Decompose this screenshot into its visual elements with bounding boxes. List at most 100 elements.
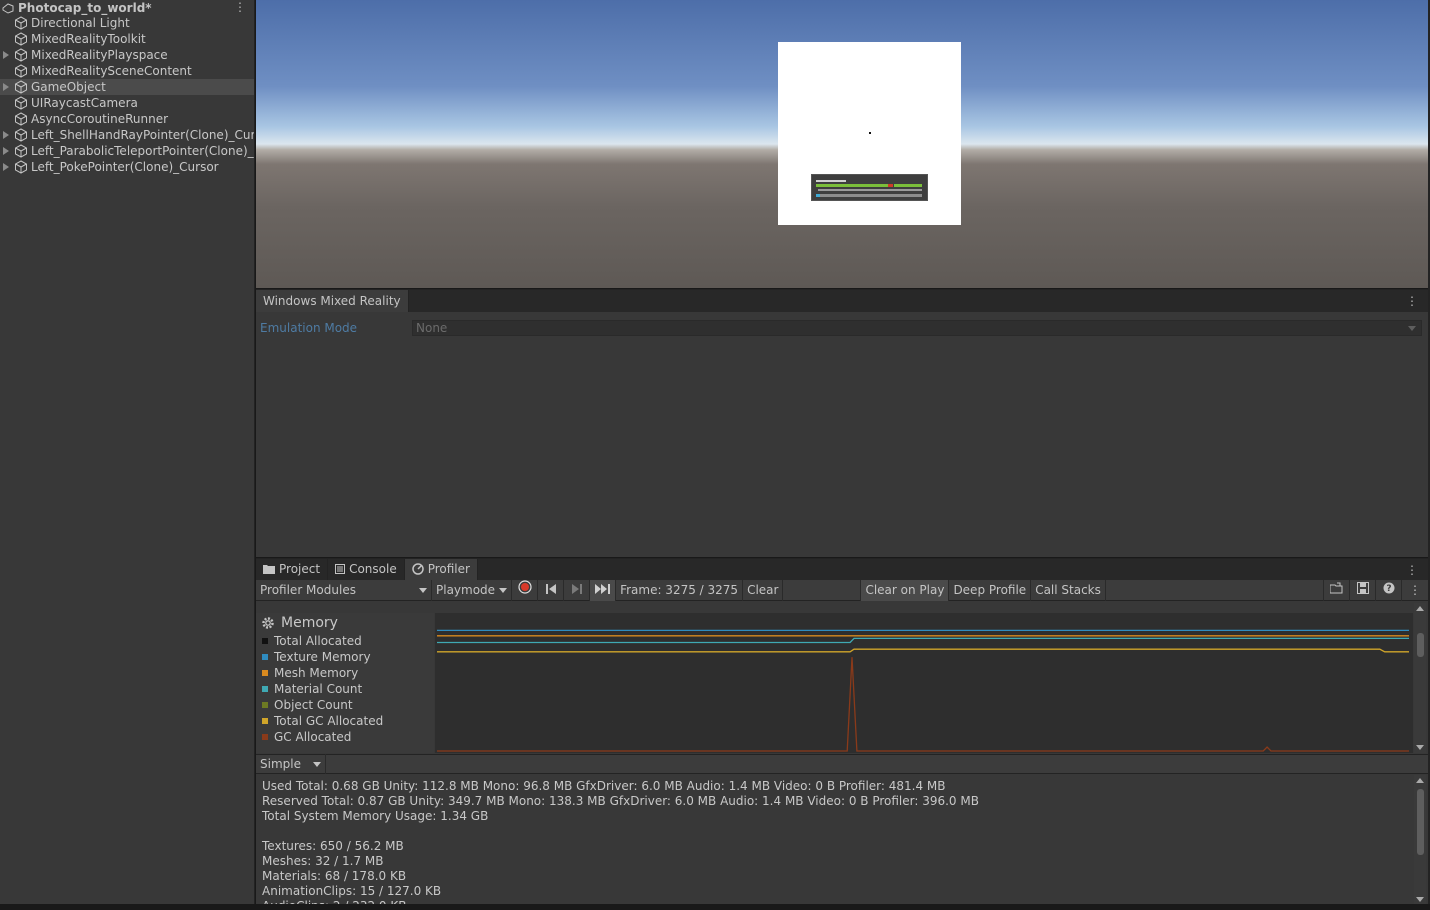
memory-chart[interactable]	[435, 613, 1413, 753]
deep-profile-toggle[interactable]: Deep Profile	[949, 579, 1032, 601]
clear-button[interactable]: Clear	[743, 579, 784, 601]
memory-detail-line: Textures: 650 / 56.2 MB	[262, 839, 404, 853]
wmr-tabstrip: Windows Mixed Reality ⋮	[256, 290, 1428, 312]
clear-label: Clear	[747, 582, 779, 597]
memory-module-title[interactable]: Memory	[256, 613, 434, 633]
hierarchy-item[interactable]: MixedRealitySceneContent	[0, 63, 254, 79]
hierarchy-item[interactable]: Left_ParabolicTeleportPointer(Clone)_Cur…	[0, 143, 254, 159]
legend-item[interactable]: Material Count	[256, 681, 434, 697]
hierarchy-item[interactable]: Left_PokePointer(Clone)_Cursor	[0, 159, 254, 175]
legend-item[interactable]: Total Allocated	[256, 633, 434, 649]
chevron-down-icon	[1408, 326, 1416, 331]
expand-arrow-icon[interactable]	[3, 163, 9, 171]
memory-detail-line: Used Total: 0.68 GB Unity: 112.8 MB Mono…	[262, 779, 946, 793]
more-options-icon: ⋮	[1409, 582, 1421, 597]
frame-label: Frame: 3275 / 3275	[620, 582, 739, 597]
legend-label: Material Count	[274, 682, 363, 696]
gameobject-cube-icon	[14, 128, 28, 142]
chevron-down-icon	[499, 587, 508, 593]
clear-on-play-label: Clear on Play	[865, 582, 945, 597]
tab-windows-mixed-reality[interactable]: Windows Mixed Reality	[256, 290, 409, 312]
scroll-down-icon[interactable]	[1416, 897, 1424, 902]
hierarchy-item[interactable]: MixedRealityToolkit	[0, 31, 254, 47]
tab-profiler[interactable]: Profiler	[404, 559, 478, 580]
hierarchy-item-label: Left_PokePointer(Clone)_Cursor	[31, 160, 219, 174]
legend-item[interactable]: Object Count	[256, 697, 434, 713]
more-options-icon[interactable]: ⋮	[1406, 294, 1418, 308]
game-view[interactable]	[256, 0, 1428, 288]
scroll-up-icon[interactable]	[1416, 606, 1424, 611]
current-frame-button[interactable]	[590, 579, 617, 601]
tab-label: Console	[349, 562, 397, 576]
hierarchy-item-label: Left_ShellHandRayPointer(Clone)_Cursor	[31, 128, 255, 142]
help-button[interactable]: ?	[1376, 579, 1402, 601]
hierarchy-item-label: Left_ParabolicTeleportPointer(Clone)_Cur…	[31, 144, 254, 158]
details-scrollbar[interactable]	[1414, 775, 1426, 904]
memory-detail-line: Materials: 68 / 178.0 KB	[262, 869, 407, 883]
scrollbar-thumb[interactable]	[1417, 789, 1424, 855]
view-mode-dropdown[interactable]: Simple	[256, 754, 326, 774]
memory-label: Memory	[281, 615, 338, 631]
emulation-mode-select[interactable]: None	[412, 320, 1422, 336]
gameobject-cube-icon	[14, 160, 28, 174]
window-bottom-edge	[0, 904, 1430, 910]
hierarchy-item[interactable]: Directional Light	[0, 15, 254, 31]
profiler-window: Project Console Profiler ⋮ Profiler Modu…	[256, 558, 1428, 904]
clear-on-play-toggle[interactable]: Clear on Play	[861, 579, 950, 601]
load-button[interactable]	[1324, 579, 1350, 601]
save-button[interactable]	[1350, 579, 1376, 601]
expand-arrow-icon[interactable]	[3, 83, 9, 91]
hierarchy-item[interactable]: UIRaycastCamera	[0, 95, 254, 111]
windows-mixed-reality-panel: Windows Mixed Reality ⋮ Emulation Mode N…	[256, 289, 1428, 557]
memory-detail-line: Total System Memory Usage: 1.34 GB	[262, 809, 489, 823]
record-icon	[517, 579, 532, 601]
record-button[interactable]	[512, 579, 539, 601]
frame-counter: Frame: 3275 / 3275	[616, 579, 744, 601]
hierarchy-item[interactable]: GameObject	[0, 79, 254, 95]
hierarchy-item[interactable]: Left_ShellHandRayPointer(Clone)_Cursor	[0, 127, 254, 143]
legend-swatch	[262, 670, 268, 676]
legend-label: Texture Memory	[274, 650, 371, 664]
hierarchy-item[interactable]: MixedRealityPlayspace	[0, 47, 254, 63]
call-stacks-toggle[interactable]: Call Stacks	[1031, 579, 1106, 601]
more-options-button[interactable]: ⋮	[1402, 580, 1428, 601]
legend-item[interactable]: Texture Memory	[256, 649, 434, 665]
hierarchy-list: Directional Light MixedRealityToolkit Mixe…	[0, 15, 254, 175]
profiler-modules-dropdown[interactable]: Profiler Modules	[256, 579, 432, 601]
playmode-dropdown[interactable]: Playmode	[432, 579, 513, 601]
hierarchy-item-label: GameObject	[31, 80, 106, 94]
playmode-label: Playmode	[436, 582, 496, 597]
tab-project[interactable]: Project	[256, 559, 329, 580]
gameobject-cube-icon	[14, 48, 28, 62]
expand-arrow-icon[interactable]	[3, 131, 9, 139]
more-options-icon[interactable]: ⋮	[234, 0, 246, 14]
legend-item[interactable]: GC Allocated	[256, 729, 434, 745]
more-options-icon[interactable]: ⋮	[1406, 563, 1418, 577]
scrollbar-thumb[interactable]	[1417, 633, 1424, 657]
legend-item[interactable]: Total GC Allocated	[256, 713, 434, 729]
emulation-mode-label: Emulation Mode	[260, 321, 358, 335]
scroll-up-icon[interactable]	[1416, 778, 1424, 783]
chart-scrollbar[interactable]	[1414, 603, 1426, 753]
tab-label: Windows Mixed Reality	[263, 294, 401, 308]
call-stacks-label: Call Stacks	[1035, 582, 1101, 597]
legend-swatch	[262, 702, 268, 708]
scene-header[interactable]: Photocap_to_world* ⋮	[0, 0, 254, 15]
expand-arrow-icon[interactable]	[3, 147, 9, 155]
memory-detail-line: AnimationClips: 15 / 127.0 KB	[262, 884, 442, 898]
legend-swatch	[262, 654, 268, 660]
scroll-down-icon[interactable]	[1416, 745, 1424, 750]
series-line-material-count	[437, 637, 1409, 644]
memory-detail-line: Meshes: 32 / 1.7 MB	[262, 854, 384, 868]
gameobject-cube-icon	[14, 96, 28, 110]
first-frame-button[interactable]	[538, 579, 565, 601]
next-frame-button[interactable]	[564, 579, 591, 601]
legend-item[interactable]: Mesh Memory	[256, 665, 434, 681]
legend-label: Object Count	[274, 698, 353, 712]
tab-console[interactable]: Console	[328, 559, 405, 580]
hierarchy-item[interactable]: AsyncCoroutineRunner	[0, 111, 254, 127]
hierarchy-item-label: MixedRealitySceneContent	[31, 64, 192, 78]
memory-module-legend[interactable]: Memory Total Allocated Texture Memory Mesh…	[256, 613, 434, 753]
expand-arrow-icon[interactable]	[3, 51, 9, 59]
svg-text:?: ?	[1386, 584, 1391, 594]
